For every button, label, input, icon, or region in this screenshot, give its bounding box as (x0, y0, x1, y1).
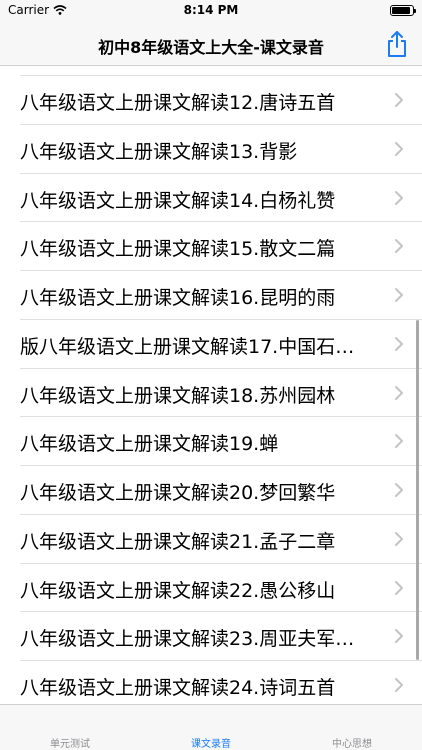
list-item[interactable]: 版八年级语文上册课文解读17.中国石拱桥 (20, 320, 422, 369)
battery-icon (390, 5, 416, 16)
list-item-partial[interactable] (20, 67, 422, 76)
list-item[interactable]: 八年级语文上册课文解读13.背影 (20, 125, 422, 174)
list-item-label: 八年级语文上册课文解读19.蝉 (20, 433, 279, 456)
chevron-right-icon (395, 531, 403, 546)
list-item-label: 八年级语文上册课文解读12.唐诗五首 (20, 92, 336, 114)
share-icon[interactable] (384, 30, 410, 58)
chevron-right-icon (395, 629, 403, 644)
list-item-label: 八年级语文上册课文解读22.愚公移山 (20, 579, 336, 602)
chevron-right-icon (395, 434, 403, 449)
list-item-label: 八年级语文上册课文解读18.苏州园林 (20, 384, 336, 407)
chevron-right-icon (395, 678, 403, 692)
list-item[interactable]: 八年级语文上册课文解读12.唐诗五首 (20, 76, 422, 125)
list-item-label: 版八年级语文上册课文解读17.中国石拱桥 (20, 335, 370, 358)
list-item[interactable]: 八年级语文上册课文解读19.蝉 (20, 417, 422, 466)
list-item-label: 八年级语文上册课文解读20.梦回繁华 (20, 482, 336, 504)
list-item-label: 八年级语文上册课文解读21.孟子二章 (20, 530, 336, 553)
chevron-right-icon (395, 239, 403, 254)
chevron-right-icon (395, 288, 403, 302)
list-item[interactable]: 八年级语文上册课文解读15.散文二篇 (20, 222, 422, 271)
list-item[interactable]: 八年级语文上册课文解读14.白杨礼赞 (20, 174, 422, 223)
status-time: 8:14 PM (183, 3, 239, 17)
status-bar: Carrier 8:14 PM (0, 0, 422, 22)
list-item[interactable]: 八年级语文上册课文解读24.诗词五首 (20, 661, 422, 704)
chevron-right-icon (395, 580, 403, 595)
list-item-label: 八年级语文上册课文解读24.诗词五首 (20, 677, 336, 699)
list-item[interactable]: 八年级语文上册课文解读23.周亚夫军细柳 (20, 612, 422, 661)
page-title: 初中8年级语文上大全-课文录音 (98, 38, 324, 57)
list-item-label: 八年级语文上册课文解读23.周亚夫军细柳 (20, 628, 370, 651)
scroll-indicator[interactable] (416, 320, 419, 660)
list-item[interactable]: 八年级语文上册课文解读20.梦回繁华 (20, 466, 422, 515)
list-item[interactable]: 八年级语文上册课文解读21.孟子二章 (20, 515, 422, 564)
list-item-label: 八年级语文上册课文解读13.背影 (20, 140, 298, 163)
tab-3[interactable]: 中心思想 (282, 735, 422, 750)
chevron-right-icon (395, 336, 403, 351)
chevron-right-icon (395, 93, 403, 107)
list-item-label: 八年级语文上册课文解读16.昆明的雨 (20, 287, 336, 309)
list-item[interactable]: 八年级语文上册课文解读22.愚公移山 (20, 564, 422, 613)
list-item-label: 八年级语文上册课文解读15.散文二篇 (20, 238, 336, 261)
list-item[interactable]: 八年级语文上册课文解读18.苏州园林 (20, 369, 422, 418)
chevron-right-icon (395, 483, 403, 497)
chevron-right-icon (395, 141, 403, 156)
tab-1[interactable]: 单元测试 (0, 735, 140, 750)
lesson-list[interactable]: 八年级语文上册课文解读12.唐诗五首 八年级语文上册课文解读13.背影 八年级语文上… (0, 67, 422, 704)
list-item[interactable]: 八年级语文上册课文解读16.昆明的雨 (20, 271, 422, 320)
battery-fill (392, 7, 410, 14)
chevron-right-icon (395, 190, 403, 205)
tab-bar: 单元测试 课文录音 中心思想 (0, 704, 422, 750)
chevron-right-icon (395, 385, 403, 400)
list-item-label: 八年级语文上册课文解读14.白杨礼赞 (20, 189, 336, 212)
nav-bar: 初中8年级语文上大全-课文录音 (0, 22, 422, 66)
tab-2[interactable]: 课文录音 (141, 735, 281, 750)
